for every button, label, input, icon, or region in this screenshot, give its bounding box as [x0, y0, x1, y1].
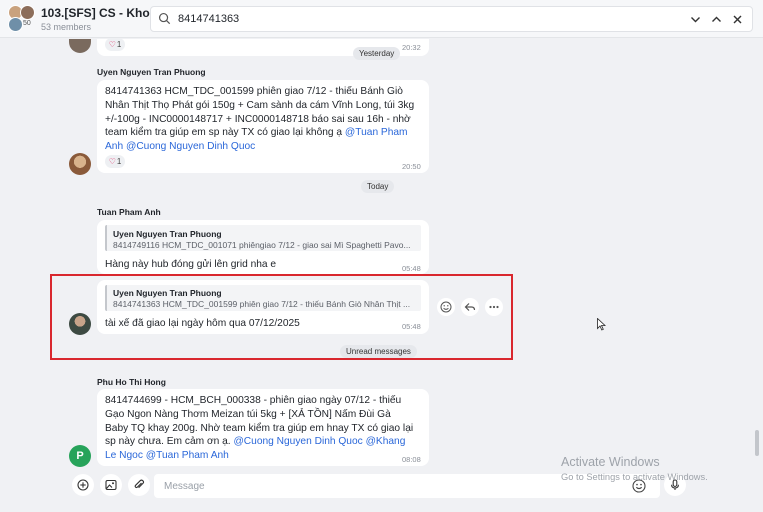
close-icon[interactable] — [728, 10, 746, 28]
plus-circle-icon — [77, 479, 89, 491]
sender-name: Tuan Pham Anh — [97, 207, 161, 217]
highlight-box — [50, 274, 513, 360]
avatar[interactable] — [69, 39, 91, 53]
message-text: 8414744699 - HCM_BCH_000338 - phiên giao… — [105, 394, 415, 463]
message-time: 20:50 — [402, 162, 421, 171]
heart-icon: ♡ — [108, 157, 116, 166]
date-separator: Yesterday — [353, 47, 401, 60]
watermark-title: Activate Windows — [561, 455, 660, 469]
chevron-down-icon[interactable] — [686, 10, 704, 28]
message-placeholder: Message — [164, 481, 205, 492]
heart-icon: ♡ — [108, 40, 116, 49]
avatar[interactable] — [69, 153, 91, 175]
avatar-count-badge: 50 — [23, 20, 31, 27]
sender-name: Uyen Nguyen Tran Phuong — [97, 67, 206, 77]
message-time: 20:32 — [402, 43, 421, 52]
watermark-subtitle: Go to Settings to activate Windows. — [561, 472, 708, 482]
scrollbar[interactable] — [755, 430, 759, 456]
member-count[interactable]: 53 members — [41, 22, 91, 32]
date-separator: Today — [361, 180, 395, 193]
member-avatar-3 — [8, 17, 23, 32]
paperclip-icon — [134, 479, 145, 489]
mouse-cursor-icon — [597, 318, 606, 331]
group-avatar[interactable]: 50 — [6, 5, 36, 33]
mention-link[interactable]: @Tuan Pham Anh — [146, 450, 229, 461]
search-icon — [158, 12, 171, 25]
message-text: 8414741363 HCM_TDC_001599 phiên giao 7/1… — [105, 85, 423, 154]
message-text: Hàng này hub đóng gửi lên grid nha e — [105, 259, 277, 270]
add-attachment-button[interactable] — [72, 474, 94, 496]
image-icon — [105, 479, 117, 491]
attach-file-button[interactable] — [128, 474, 150, 496]
mention-link[interactable]: @Cuong Nguyen Dinh Quoc — [126, 141, 255, 152]
message-time: 08:08 — [402, 455, 421, 464]
avatar[interactable]: P — [69, 445, 91, 467]
mention-link[interactable]: @Cuong Nguyen Dinh Quoc — [233, 436, 362, 447]
message-time: 05:48 — [402, 264, 421, 273]
search-input[interactable]: 8414741363 — [178, 13, 239, 25]
quoted-sender: Uyen Nguyen Tran Phuong — [113, 229, 222, 239]
sender-name: Phu Ho Thi Hong — [97, 377, 166, 387]
reaction-count: 1 — [116, 157, 122, 166]
chevron-up-icon[interactable] — [707, 10, 725, 28]
quoted-text: 8414749116 HCM_TDC_001071 phiêngiao 7/12… — [113, 240, 411, 250]
member-avatar-2 — [20, 5, 35, 20]
reaction-badge[interactable]: ♡ 1 — [105, 155, 125, 168]
reaction-count: 1 — [116, 40, 122, 49]
reaction-badge[interactable]: ♡ 1 — [105, 38, 125, 51]
search-box[interactable] — [150, 6, 753, 32]
image-button[interactable] — [100, 474, 122, 496]
